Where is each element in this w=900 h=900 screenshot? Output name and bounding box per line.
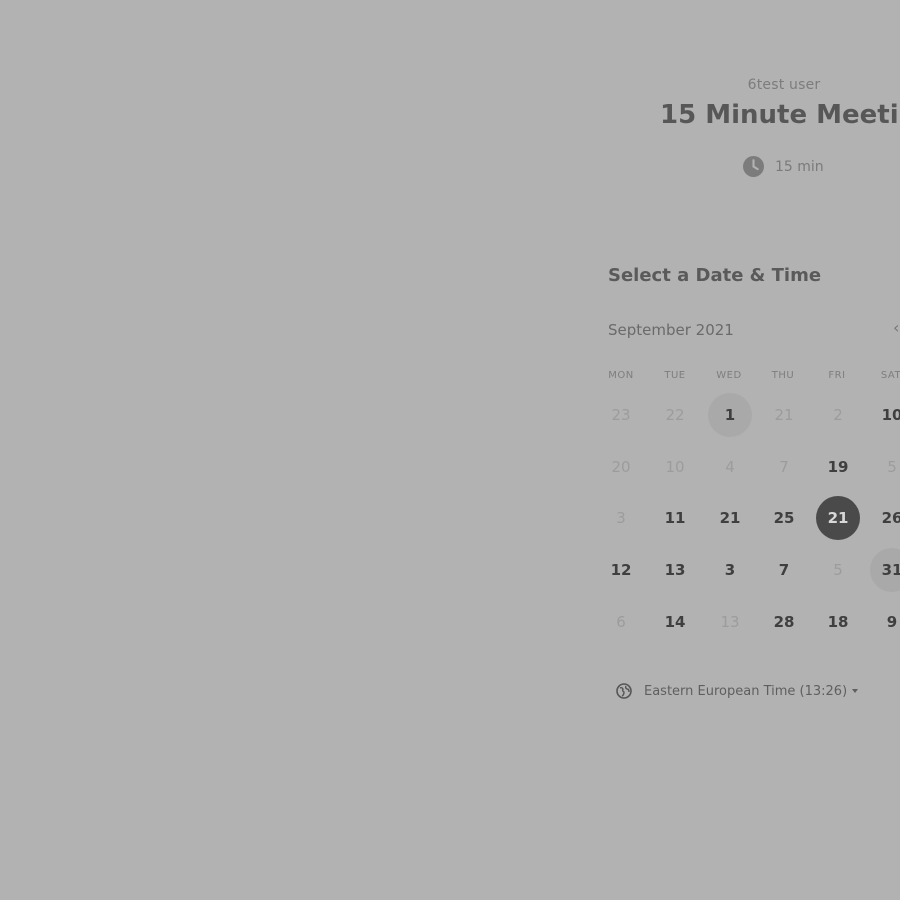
- calendar-day[interactable]: 25: [762, 496, 806, 540]
- calendar-day: 6: [616, 613, 626, 631]
- calendar-day[interactable]: 1: [708, 393, 752, 437]
- weekday-thu: THU: [771, 370, 795, 381]
- calendar-day: 20: [611, 458, 631, 476]
- calendar-day[interactable]: 31: [870, 548, 900, 592]
- duration-text: 15 min: [775, 158, 824, 175]
- clock-icon: [743, 156, 764, 177]
- calendar-day[interactable]: 21: [708, 496, 752, 540]
- select-date-heading: Select a Date & Time: [608, 265, 822, 286]
- calendar-day[interactable]: 26: [870, 496, 900, 540]
- timezone-label: Eastern European Time (13:26): [644, 683, 848, 699]
- calendar-grid: 23 22 1 21 2 10 20 10 4 7 19 5 3 11 21 25 21 26 12 13 3 7 5 31 6…: [0, 0, 900, 900]
- globe-icon: [616, 683, 632, 699]
- chevron-down-icon: [852, 689, 859, 693]
- calendar-day: 3: [616, 509, 626, 527]
- calendar-day[interactable]: 3: [708, 548, 752, 592]
- weekday-mon: MON: [608, 370, 634, 381]
- calendar-day: 5: [887, 458, 897, 476]
- calendar-day: 4: [725, 458, 735, 476]
- calendar-day[interactable]: 19: [816, 445, 860, 489]
- weekday-fri: FRI: [828, 370, 846, 381]
- selected-day[interactable]: 21: [816, 496, 860, 540]
- calendar-day[interactable]: 12: [599, 548, 643, 592]
- calendar-day[interactable]: 9: [870, 600, 900, 644]
- calendar-day[interactable]: 7: [762, 548, 806, 592]
- calendar-day: 13: [720, 613, 740, 631]
- weekday-wed: WED: [716, 370, 742, 381]
- weekday-tue: TUE: [664, 370, 686, 381]
- calendar-day: 23: [611, 406, 631, 424]
- calendar-day[interactable]: 28: [762, 600, 806, 644]
- calendar-day: 21: [774, 406, 794, 424]
- calendar-day[interactable]: 13: [653, 548, 697, 592]
- calendar-day[interactable]: 14: [653, 600, 697, 644]
- previous-month-button[interactable]: ‹: [893, 318, 899, 337]
- calendar-day[interactable]: 10: [870, 393, 900, 437]
- weekday-sat: SAT: [880, 370, 900, 381]
- scheduling-page: 6test user 15 Minute Meeting 15 min Sele…: [0, 0, 900, 900]
- calendar-day: 22: [665, 406, 685, 424]
- calendar-day: 10: [665, 458, 685, 476]
- host-name: 6test user: [747, 77, 821, 93]
- calendar-day: 5: [833, 561, 843, 579]
- event-duration: 15 min: [743, 156, 824, 177]
- weekday-header: MON TUE WED THU FRI SAT: [594, 370, 900, 386]
- event-title: 15 Minute Meeting: [660, 100, 900, 130]
- month-label: September 2021: [608, 321, 734, 339]
- calendar-day[interactable]: 18: [816, 600, 860, 644]
- calendar-day[interactable]: 11: [653, 496, 697, 540]
- calendar-day: 7: [779, 458, 789, 476]
- timezone-selector[interactable]: Eastern European Time (13:26): [616, 683, 859, 699]
- calendar-day: 2: [833, 406, 843, 424]
